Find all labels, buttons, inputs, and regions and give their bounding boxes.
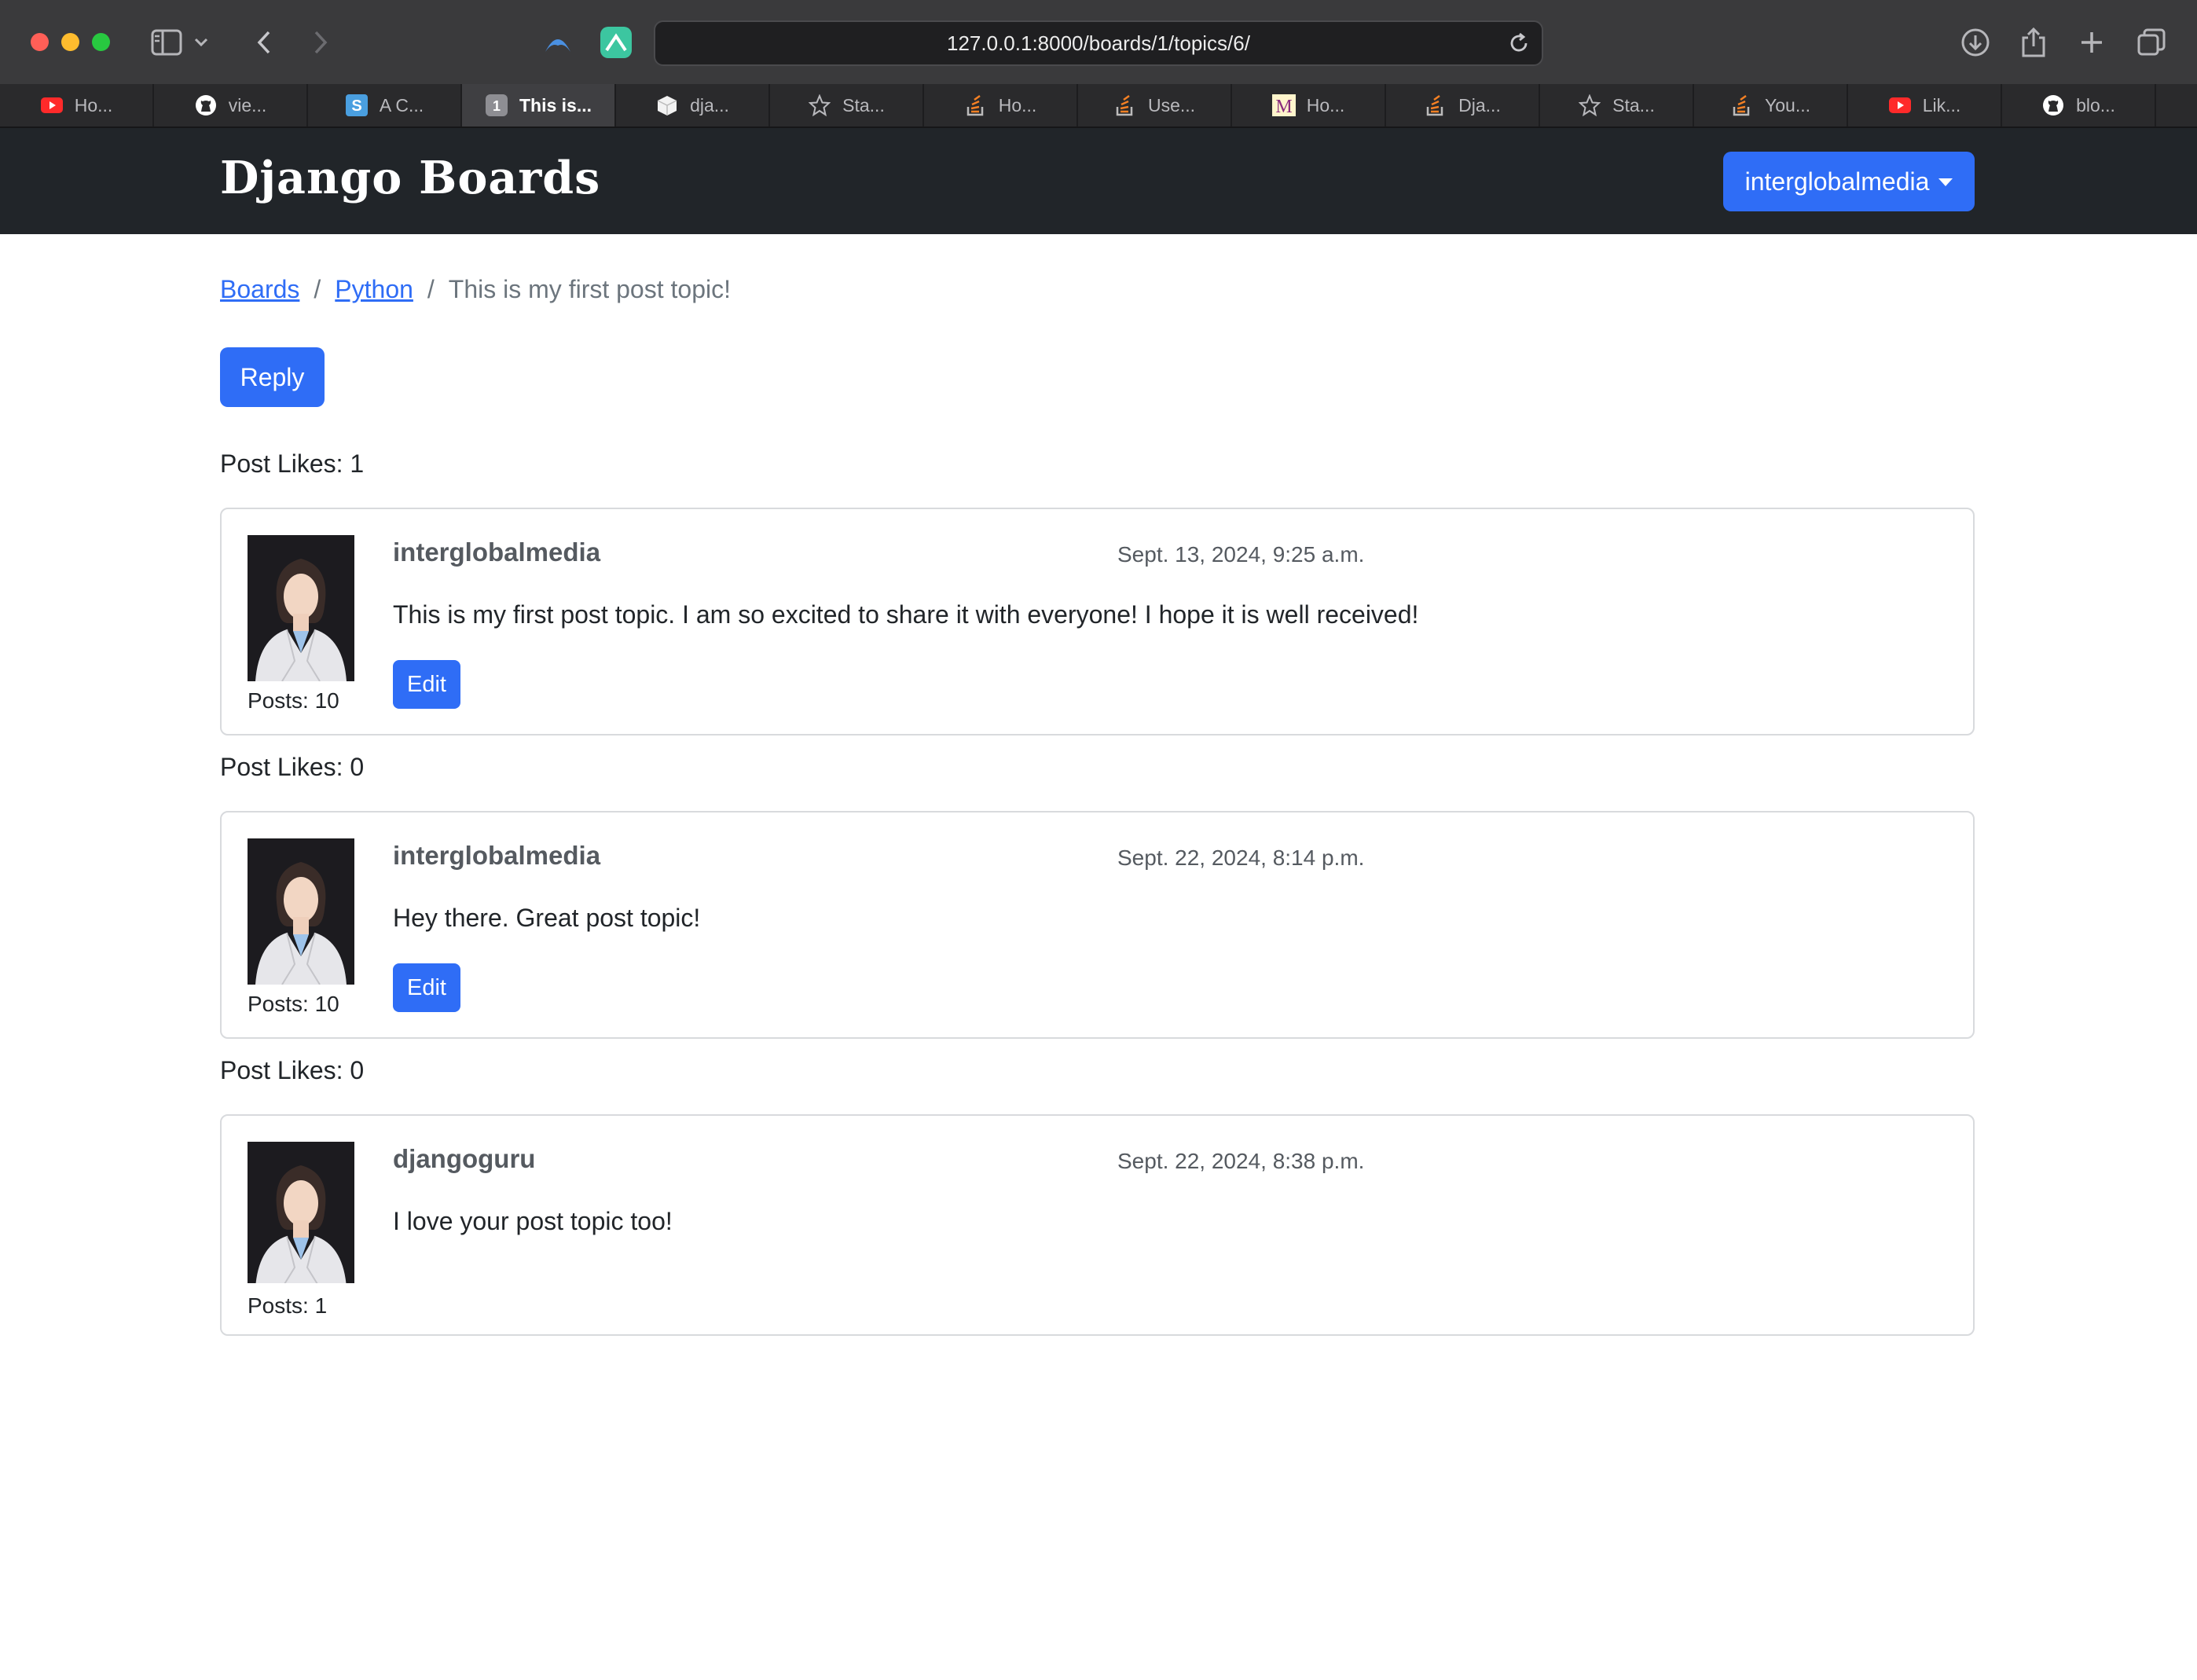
browser-tab-label: Lik... [1922,94,1961,116]
github-icon [2041,94,2065,117]
address-bar[interactable]: 127.0.0.1:8000/boards/1/topics/6/ [654,20,1543,66]
avatar [248,838,354,985]
browser-tab-label: Dja... [1458,94,1501,116]
svg-text:M: M [1275,97,1292,116]
post-message: Hey there. Great post topic! [393,904,701,932]
browser-tab[interactable]: 1 This is... [462,84,616,127]
breadcrumb-boards-link[interactable]: Boards [220,275,299,303]
user-dropdown-button[interactable]: interglobalmedia [1723,152,1975,211]
post-author: interglobalmedia [393,537,601,567]
browser-tab-label: Ho... [998,94,1037,116]
number-one-icon: 1 [485,94,508,117]
browser-tab-label: A C... [379,94,424,116]
post-date: Sept. 22, 2024, 8:38 p.m. [1117,1149,1365,1173]
youtube-icon [40,94,64,117]
post-date: Sept. 22, 2024, 8:14 p.m. [1117,846,1365,870]
browser-tab[interactable]: dja... [616,84,770,127]
extension-arc-icon[interactable] [542,27,574,58]
author-post-count: Posts: 10 [248,688,339,713]
breadcrumb: Boards / Python / This is my first post topi… [220,275,731,304]
tab-overview-icon[interactable] [2133,24,2170,61]
svg-text:S: S [351,97,361,115]
share-icon[interactable] [2015,24,2052,61]
post-author: djangoguru [393,1144,536,1173]
author-post-count: Posts: 10 [248,992,339,1016]
youtube-icon [1888,94,1912,117]
post-author: interglobalmedia [393,841,601,870]
forward-icon[interactable] [302,24,339,61]
stackoverflow-icon [1113,94,1137,117]
browser-tab[interactable]: vie... [154,84,308,127]
url-text: 127.0.0.1:8000/boards/1/topics/6/ [947,31,1250,55]
close-window-button[interactable] [31,33,49,51]
browser-tab-label: Ho... [1306,94,1345,116]
post-card: Posts: 10 interglobalmedia Sept. 13, 202… [220,508,1975,735]
browser-tab-label: You... [1765,94,1810,116]
breadcrumb-separator: / [314,275,321,303]
browser-tab[interactable]: Use... [1078,84,1232,127]
avatar [248,535,354,681]
site-brand[interactable]: Django Boards [220,152,600,204]
chevron-down-icon[interactable] [192,24,211,61]
avatar [248,1142,354,1283]
browser-tab-label: dja... [690,94,729,116]
browser-tab-label: Ho... [74,94,113,116]
caret-down-icon [1938,178,1953,186]
cube-icon [655,94,679,117]
edit-post-button[interactable]: Edit [393,660,460,709]
browser-tab[interactable]: Lik... [1848,84,2002,127]
reload-icon[interactable] [1507,31,1531,55]
post-message: I love your post topic too! [393,1207,673,1235]
browser-tab-label: vie... [228,94,267,116]
github-icon [194,94,218,117]
browser-tab[interactable]: Ho... [924,84,1078,127]
stackoverflow-icon [1730,94,1754,117]
new-tab-icon[interactable] [2073,24,2111,61]
browser-toolbar: 127.0.0.1:8000/boards/1/topics/6/ [0,0,2197,84]
browser-tab[interactable]: Sta... [1540,84,1694,127]
medium-icon: M [1271,94,1296,117]
post-likes: Post Likes: 1 [220,449,365,478]
stackoverflow-icon [1424,94,1447,117]
browser-tab-label: This is... [519,94,592,116]
browser-tab[interactable]: Ho... [0,84,154,127]
sidebar-toggle-icon[interactable] [148,24,185,61]
stackoverflow-icon [964,94,988,117]
browser-tab-label: blo... [2076,94,2115,116]
browser-tab[interactable]: Sta... [770,84,924,127]
breadcrumb-current-topic: This is my first post topic! [448,275,731,303]
breadcrumb-separator: / [427,275,435,303]
browser-tab[interactable]: M Ho... [1232,84,1386,127]
author-post-count: Posts: 1 [248,1293,328,1318]
post-card: Posts: 10 interglobalmedia Sept. 22, 202… [220,811,1975,1039]
browser-tab[interactable]: Dja... [1386,84,1540,127]
edit-post-button[interactable]: Edit [393,963,460,1012]
browser-tab[interactable]: blo... [2002,84,2156,127]
s-favicon-icon: S [345,94,369,117]
browser-tab-label: Sta... [842,94,885,116]
post-card: Posts: 1 djangoguru Sept. 22, 2024, 8:38… [220,1114,1975,1336]
browser-tab-label: Use... [1147,94,1196,116]
browser-tab[interactable]: You... [1694,84,1848,127]
extension-mountain-icon[interactable] [600,27,632,58]
tab-bar: Ho... vie... S A C... 1 This is... dja... Sta..… [0,84,2197,128]
star-icon [1578,94,1601,117]
star-icon [808,94,831,117]
post-date: Sept. 13, 2024, 9:25 a.m. [1117,542,1365,567]
site-navbar: Django Boards interglobalmedia [0,128,2197,234]
downloads-icon[interactable] [1957,24,1994,61]
minimize-window-button[interactable] [61,33,79,51]
reply-button[interactable]: Reply [220,347,325,407]
post-likes: Post Likes: 0 [220,753,365,781]
browser-tab-label: Sta... [1612,94,1655,116]
user-dropdown-label: interglobalmedia [1744,167,1930,196]
post-message: This is my first post topic. I am so exc… [393,600,1419,629]
breadcrumb-board-link[interactable]: Python [335,275,413,303]
svg-text:1: 1 [493,98,501,114]
zoom-window-button[interactable] [92,33,110,51]
post-likes: Post Likes: 0 [220,1056,365,1084]
browser-tab[interactable]: S A C... [308,84,462,127]
back-icon[interactable] [245,24,283,61]
